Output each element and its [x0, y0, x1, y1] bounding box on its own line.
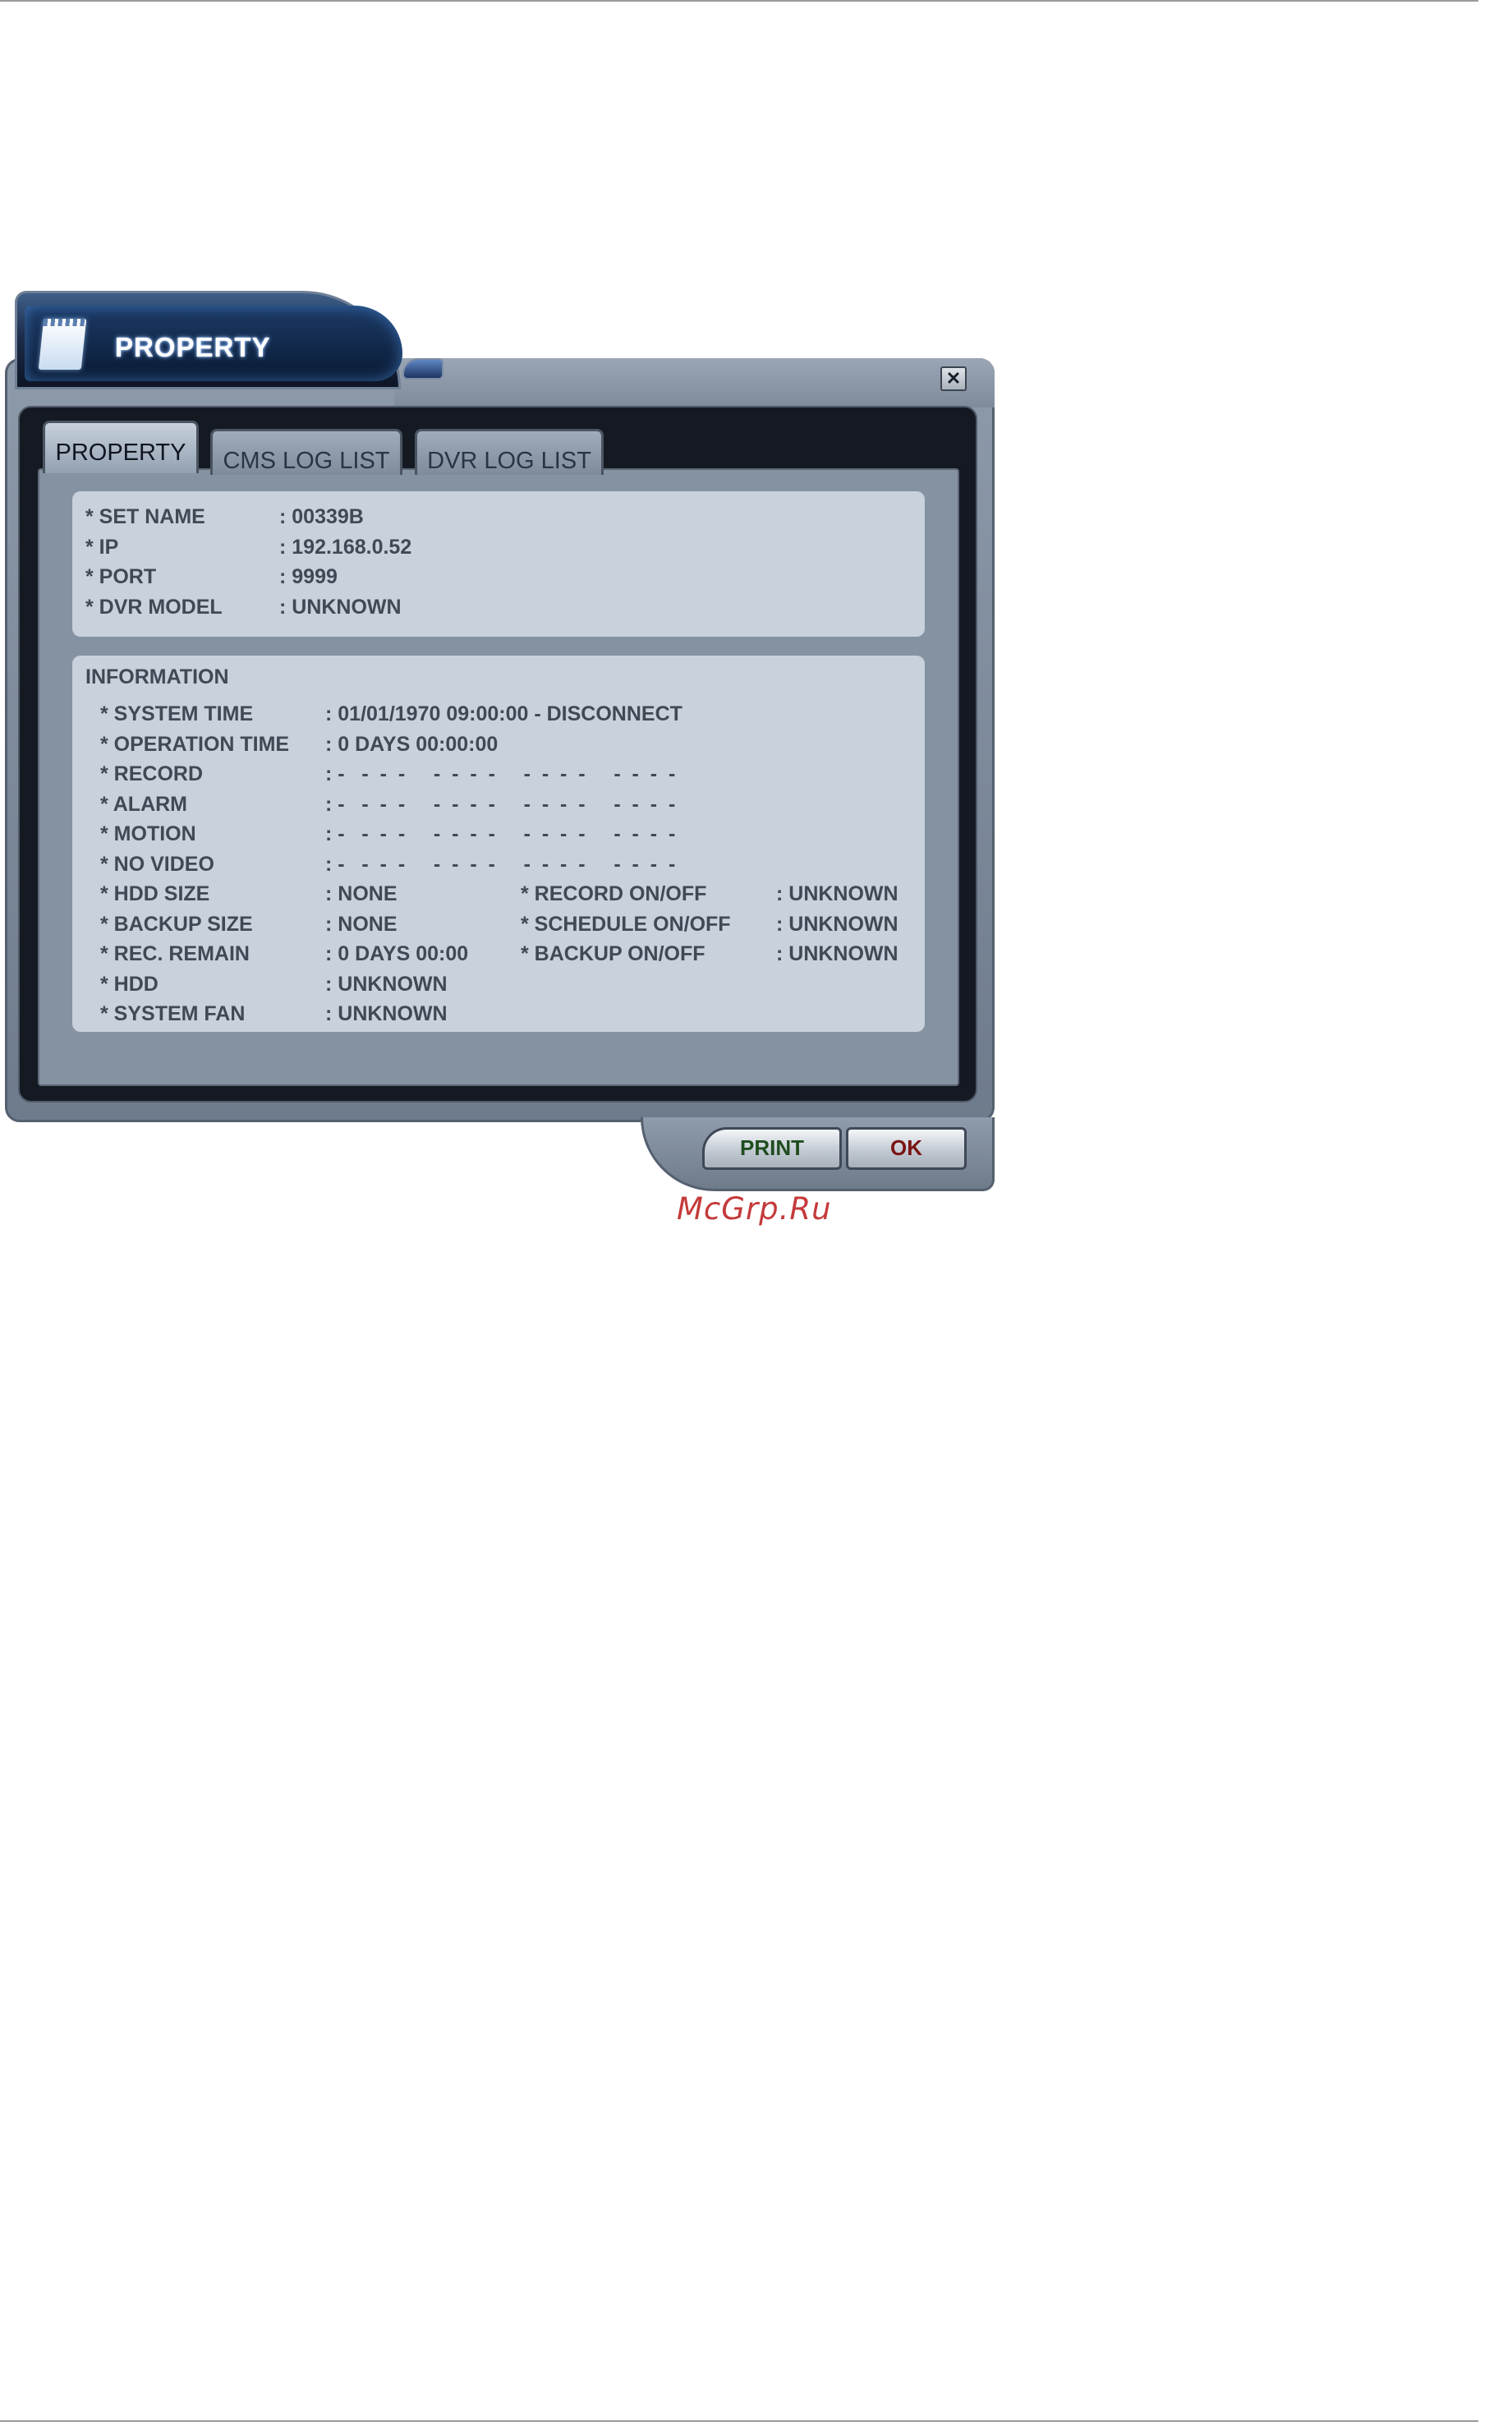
no-video-label: * NO VIDEO: [100, 853, 214, 876]
title-bar-strip[interactable]: [394, 358, 995, 407]
record-label: * RECORD: [100, 762, 204, 785]
property-panel: * SET NAME : 00339B * IP : 192.168.0.52 …: [72, 491, 925, 637]
ok-button[interactable]: OK: [846, 1127, 967, 1170]
motion-label: * MOTION: [100, 822, 196, 845]
bottom-rule: [0, 2420, 1478, 2422]
backup-onoff-label: * BACKUP ON/OFF: [521, 942, 705, 965]
no-video-value: : - - - - - - - - - - - - - - - -: [325, 853, 676, 876]
alarm-label: * ALARM: [100, 793, 188, 816]
backup-size-label: * BACKUP SIZE: [100, 913, 253, 936]
record-onoff-value: : UNKNOWN: [776, 882, 898, 905]
operation-time-label: * OPERATION TIME: [100, 733, 290, 756]
tab-property[interactable]: PROPERTY: [43, 421, 199, 473]
information-panel: INFORMATION * SYSTEM TIME : 01/01/1970 0…: [72, 656, 925, 1032]
record-onoff-label: * RECORD ON/OFF: [521, 882, 707, 905]
system-fan-label: * SYSTEM FAN: [100, 1002, 246, 1025]
alarm-value: : - - - - - - - - - - - - - - - -: [325, 793, 676, 816]
rec-remain-value: : 0 DAYS 00:00: [325, 942, 469, 965]
notepad-icon: [38, 319, 87, 370]
hdd-label: * HDD: [100, 973, 159, 996]
title-arrow-icon: [402, 358, 443, 380]
set-name-label: * SET NAME: [85, 505, 205, 528]
property-window: PROPERTY ✕ PROPERTY CMS LOG LIST DVR LOG…: [0, 288, 998, 1191]
tab-cms-log-list[interactable]: CMS LOG LIST: [210, 429, 402, 475]
schedule-onoff-label: * SCHEDULE ON/OFF: [521, 913, 731, 936]
backup-onoff-value: : UNKNOWN: [776, 942, 898, 965]
watermark: McGrp.Ru: [677, 1191, 832, 1227]
ip-label: * IP: [85, 536, 119, 559]
print-button[interactable]: PRINT: [702, 1127, 842, 1170]
hdd-size-value: : NONE: [325, 882, 398, 905]
schedule-onoff-value: : UNKNOWN: [776, 913, 898, 936]
ip-value: : 192.168.0.52: [279, 536, 412, 559]
port-value: : 9999: [279, 565, 338, 588]
port-label: * PORT: [85, 565, 157, 588]
dvr-model-label: * DVR MODEL: [85, 596, 223, 619]
top-rule: [0, 0, 1478, 2]
system-time-value: : 01/01/1970 09:00:00 - DISCONNECT: [325, 702, 682, 725]
tab-dvr-log-list[interactable]: DVR LOG LIST: [415, 429, 604, 475]
operation-time-value: : 0 DAYS 00:00:00: [325, 733, 499, 756]
hdd-size-label: * HDD SIZE: [100, 882, 210, 905]
close-button[interactable]: ✕: [940, 366, 967, 391]
hdd-value: : UNKNOWN: [325, 973, 448, 996]
information-heading: INFORMATION: [85, 665, 229, 688]
system-fan-value: : UNKNOWN: [325, 1002, 448, 1025]
system-time-label: * SYSTEM TIME: [100, 702, 254, 725]
motion-value: : - - - - - - - - - - - - - - - -: [325, 822, 676, 845]
window-title: PROPERTY: [115, 332, 271, 362]
dvr-model-value: : UNKNOWN: [279, 596, 402, 619]
set-name-value: : 00339B: [279, 505, 364, 528]
backup-size-value: : NONE: [325, 913, 398, 936]
rec-remain-label: * REC. REMAIN: [100, 942, 250, 965]
record-value: : - - - - - - - - - - - - - - - -: [325, 762, 676, 785]
